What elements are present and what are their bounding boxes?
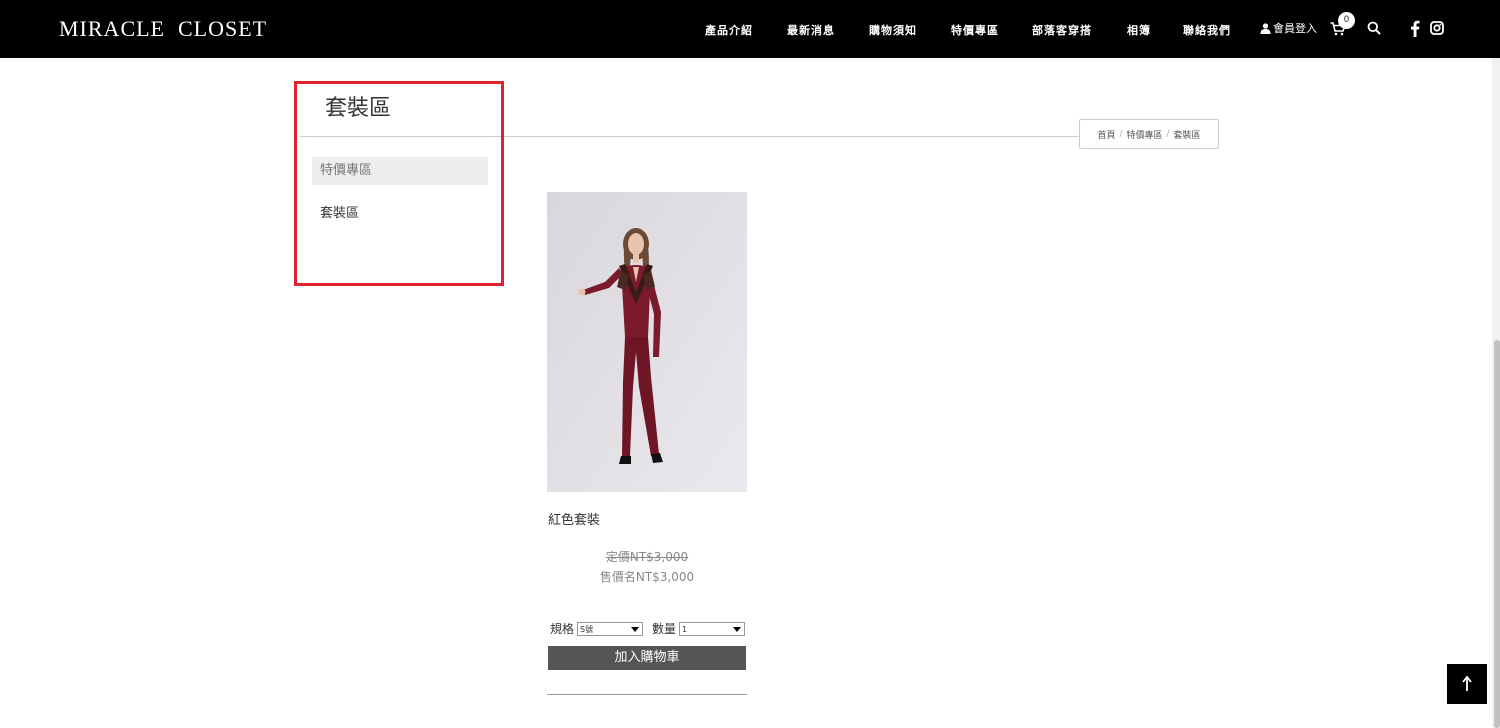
- user-icon: [1260, 23, 1271, 34]
- scrollbar-thumb[interactable]: [1494, 340, 1500, 728]
- facebook-icon[interactable]: [1410, 20, 1420, 37]
- sale-price: 售價名NT$3,000: [547, 568, 747, 585]
- member-login-link[interactable]: 會員登入: [1260, 20, 1317, 36]
- search-icon[interactable]: [1367, 21, 1381, 35]
- arrow-up-icon: [1462, 675, 1472, 691]
- sale-price-label: 售價名: [599, 570, 636, 584]
- spec-selected-value: S號: [580, 625, 594, 634]
- chevron-down-icon: [733, 627, 741, 632]
- breadcrumb-separator: /: [1166, 129, 1170, 139]
- breadcrumb-home[interactable]: 首頁: [1097, 128, 1115, 141]
- back-to-top-button[interactable]: [1447, 664, 1487, 704]
- member-login-label: 會員登入: [1273, 22, 1317, 35]
- breadcrumb-separator: /: [1119, 129, 1123, 139]
- nav-news[interactable]: 最新消息: [787, 22, 835, 38]
- nav-album[interactable]: 相簿: [1127, 22, 1151, 38]
- sidebar-item-suits[interactable]: 套裝區: [320, 202, 359, 221]
- price-box: 定價NT$3,000 售價名NT$3,000: [547, 548, 747, 585]
- breadcrumb-sale[interactable]: 特價專區: [1126, 128, 1162, 141]
- nav-sale[interactable]: 特價專區: [951, 22, 999, 38]
- product-divider: [547, 694, 747, 695]
- product-image[interactable]: [547, 192, 747, 492]
- sale-price-value: NT$3,000: [635, 570, 695, 584]
- chevron-down-icon: [631, 627, 639, 632]
- site-logo[interactable]: MIRACLE CLOSET: [59, 16, 267, 42]
- list-price-value: NT$3,000: [629, 550, 689, 564]
- instagram-icon[interactable]: [1430, 21, 1444, 35]
- nav-products[interactable]: 產品介紹: [705, 22, 753, 38]
- nav-blogger-style[interactable]: 部落客穿搭: [1032, 22, 1092, 38]
- breadcrumb-current: 套裝區: [1173, 130, 1201, 141]
- breadcrumb: 首頁 / 特價專區 / 套裝區: [1079, 119, 1219, 149]
- spec-select[interactable]: S號: [577, 622, 643, 636]
- nav-shopping-guide[interactable]: 購物須知: [869, 22, 917, 38]
- add-to-cart-button[interactable]: 加入購物車: [548, 646, 746, 670]
- nav-contact[interactable]: 聯絡我們: [1183, 22, 1231, 38]
- product-name[interactable]: 紅色套裝: [548, 509, 600, 528]
- qty-selected-value: 1: [682, 625, 688, 634]
- qty-select[interactable]: 1: [679, 622, 745, 636]
- list-price: 定價NT$3,000: [547, 548, 747, 565]
- spec-label: 規格: [550, 622, 575, 636]
- cart-count-badge: 0: [1338, 12, 1355, 29]
- list-price-label: 定價: [605, 550, 630, 564]
- qty-label: 數量: [652, 622, 677, 636]
- sidebar-item-sale[interactable]: 特價專區: [312, 157, 488, 185]
